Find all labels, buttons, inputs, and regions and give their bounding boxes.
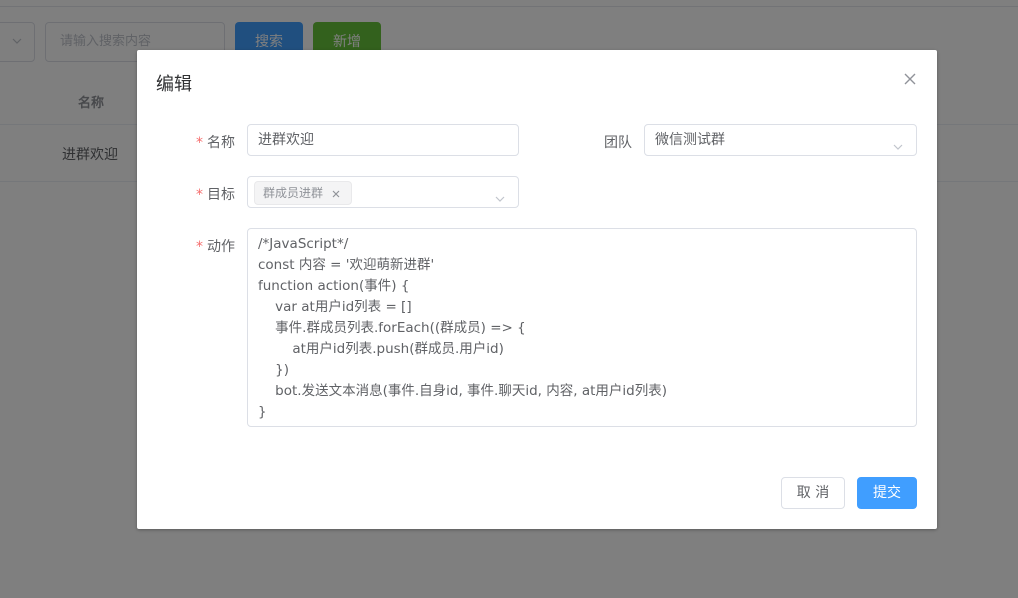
action-code-editor[interactable]: /*JavaScript*/ const 内容 = '欢迎萌新进群' functio… (247, 228, 917, 427)
edit-dialog: 编辑 * 名称 进群欢迎 团队 微信测试群 * 目标 群成员进群 * 动作 /*Jav (137, 50, 937, 529)
code-line: 事件.群成员列表.forEach((群成员) => { (258, 320, 526, 336)
code-line: /*JavaScript*/ (258, 236, 349, 252)
code-line: bot.发送文本消息(事件.自身id, 事件.聊天id, 内容, at用户id列… (258, 383, 667, 399)
code-line: at用户id列表.push(群成员.用户id) (258, 341, 504, 357)
target-select[interactable]: 群成员进群 (247, 176, 519, 208)
required-mark: * (196, 187, 203, 203)
team-label: 团队 (552, 132, 632, 152)
chevron-down-icon (892, 134, 904, 150)
name-label-text: 名称 (207, 135, 235, 151)
required-mark: * (196, 135, 203, 151)
dialog-title: 编辑 (156, 74, 192, 95)
close-icon[interactable] (903, 72, 917, 86)
submit-button[interactable]: 提交 (857, 477, 917, 509)
code-line: const 内容 = '欢迎萌新进群' (258, 257, 435, 273)
code-line: } (258, 404, 267, 420)
name-label: * 名称 (155, 132, 235, 152)
name-input[interactable]: 进群欢迎 (247, 124, 519, 156)
tag-close-icon[interactable] (329, 186, 343, 200)
code-line: var at用户id列表 = [] (258, 299, 412, 315)
target-tag: 群成员进群 (254, 181, 353, 205)
target-tag-label: 群成员进群 (263, 186, 324, 200)
target-label-text: 目标 (207, 187, 235, 203)
action-label-text: 动作 (207, 239, 235, 255)
code-line: }) (258, 362, 290, 378)
team-select-value: 微信测试群 (655, 132, 725, 148)
team-select[interactable]: 微信测试群 (644, 124, 917, 156)
action-label: * 动作 (155, 236, 235, 256)
team-label-text: 团队 (604, 135, 632, 151)
required-mark: * (196, 239, 203, 255)
target-label: * 目标 (155, 184, 235, 204)
code-line: function action(事件) { (258, 278, 410, 294)
cancel-button[interactable]: 取 消 (781, 477, 845, 509)
chevron-down-icon (494, 186, 506, 202)
